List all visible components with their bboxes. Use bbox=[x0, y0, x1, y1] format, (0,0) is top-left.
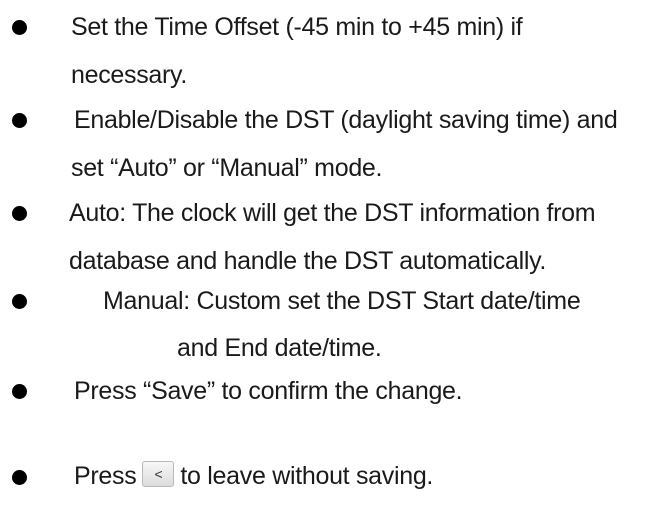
list-item-text: Set the Time Offset (-45 min to +45 min)… bbox=[71, 13, 523, 41]
bullet-dot bbox=[12, 384, 27, 399]
back-arrow-icon: < bbox=[142, 461, 175, 488]
bullet-dot bbox=[12, 206, 27, 221]
list-item-text: set “Auto” or “Manual” mode. bbox=[71, 154, 383, 182]
list-item-text: Enable/Disable the DST (daylight saving … bbox=[74, 106, 618, 134]
bullet-dot bbox=[12, 113, 27, 128]
list-item-text: Press “Save” to confirm the change. bbox=[74, 377, 463, 405]
list-item-text: Auto: The clock will get the DST informa… bbox=[69, 199, 596, 227]
list-item-text: necessary. bbox=[71, 61, 188, 89]
leave-label: to leave without saving. bbox=[180, 462, 434, 490]
bullet-dot bbox=[12, 470, 27, 485]
bullet-dot bbox=[12, 20, 27, 35]
press-label: Press bbox=[74, 462, 137, 490]
list-item-text: Press < to leave without saving. bbox=[74, 461, 433, 491]
list-item-text: database and handle the DST automaticall… bbox=[69, 247, 547, 275]
bullet-dot bbox=[12, 294, 27, 309]
list-item-text: and End date/time. bbox=[177, 334, 382, 362]
list-item-text: Manual: Custom set the DST Start date/ti… bbox=[103, 287, 581, 315]
